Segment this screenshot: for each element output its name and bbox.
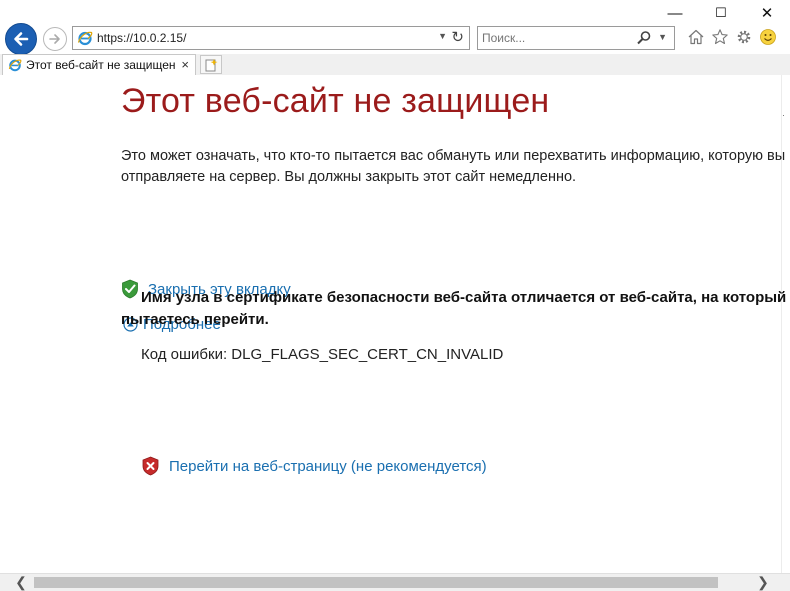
tab-ie-logo-icon xyxy=(8,59,22,72)
scroll-right-icon[interactable]: ❯ xyxy=(754,574,772,591)
scroll-left-icon[interactable]: ❮ xyxy=(12,574,30,591)
address-bar[interactable]: https://10.0.2.15/ ▼ ↻ xyxy=(72,26,470,50)
scroll-edge-icon: · xyxy=(782,110,785,120)
search-dropdown-icon[interactable]: ▼ xyxy=(658,32,667,42)
search-box[interactable]: ▼ xyxy=(477,26,675,50)
new-tab-button[interactable] xyxy=(200,55,222,74)
red-shield-icon xyxy=(142,456,159,476)
tab-active[interactable]: Этот веб-сайт не защищен × xyxy=(2,54,196,75)
navigation-bar: https://10.0.2.15/ ▼ ↻ ▼ xyxy=(0,22,790,55)
settings-button[interactable] xyxy=(734,26,754,48)
favorites-button[interactable] xyxy=(710,26,730,48)
home-icon xyxy=(688,29,704,45)
tab-close-icon[interactable]: × xyxy=(181,57,189,72)
feedback-button[interactable] xyxy=(758,26,778,48)
tab-title: Этот веб-сайт не защищен xyxy=(26,58,176,72)
new-tab-icon xyxy=(205,58,218,71)
home-button[interactable] xyxy=(686,26,706,48)
smiley-feedback-icon xyxy=(760,29,776,45)
refresh-icon[interactable]: ↻ xyxy=(451,28,464,46)
address-dropdown-icon[interactable]: ▼ xyxy=(438,31,447,41)
continue-row: Перейти на веб-страницу (не рекомендуетс… xyxy=(141,456,487,476)
search-icon[interactable] xyxy=(636,30,652,46)
certificate-error-message: Имя узла в сертификате безопасности веб-… xyxy=(121,289,790,328)
url-text: https://10.0.2.15/ xyxy=(97,31,187,45)
ie-logo-icon xyxy=(77,31,93,46)
back-icon xyxy=(14,32,29,46)
horizontal-scrollbar[interactable]: ❮ ❯ xyxy=(0,573,790,591)
tab-bar: Этот веб-сайт не защищен × xyxy=(0,54,790,75)
browser-tools xyxy=(686,26,778,48)
continue-to-site-link[interactable]: Перейти на веб-страницу (не рекомендуетс… xyxy=(169,458,487,475)
error-code: Код ошибки: DLG_FLAGS_SEC_CERT_CN_INVALI… xyxy=(141,346,504,363)
back-button[interactable] xyxy=(5,23,37,55)
search-input[interactable] xyxy=(482,30,622,46)
page-title: Этот веб-сайт не защищен xyxy=(121,82,550,120)
warning-description: Это может означать, что кто-то пытается … xyxy=(121,148,786,185)
scrollbar-thumb[interactable] xyxy=(34,577,718,588)
gear-icon xyxy=(737,30,751,44)
favorites-star-icon xyxy=(712,29,728,45)
forward-button[interactable] xyxy=(43,27,67,51)
forward-icon xyxy=(49,34,60,44)
